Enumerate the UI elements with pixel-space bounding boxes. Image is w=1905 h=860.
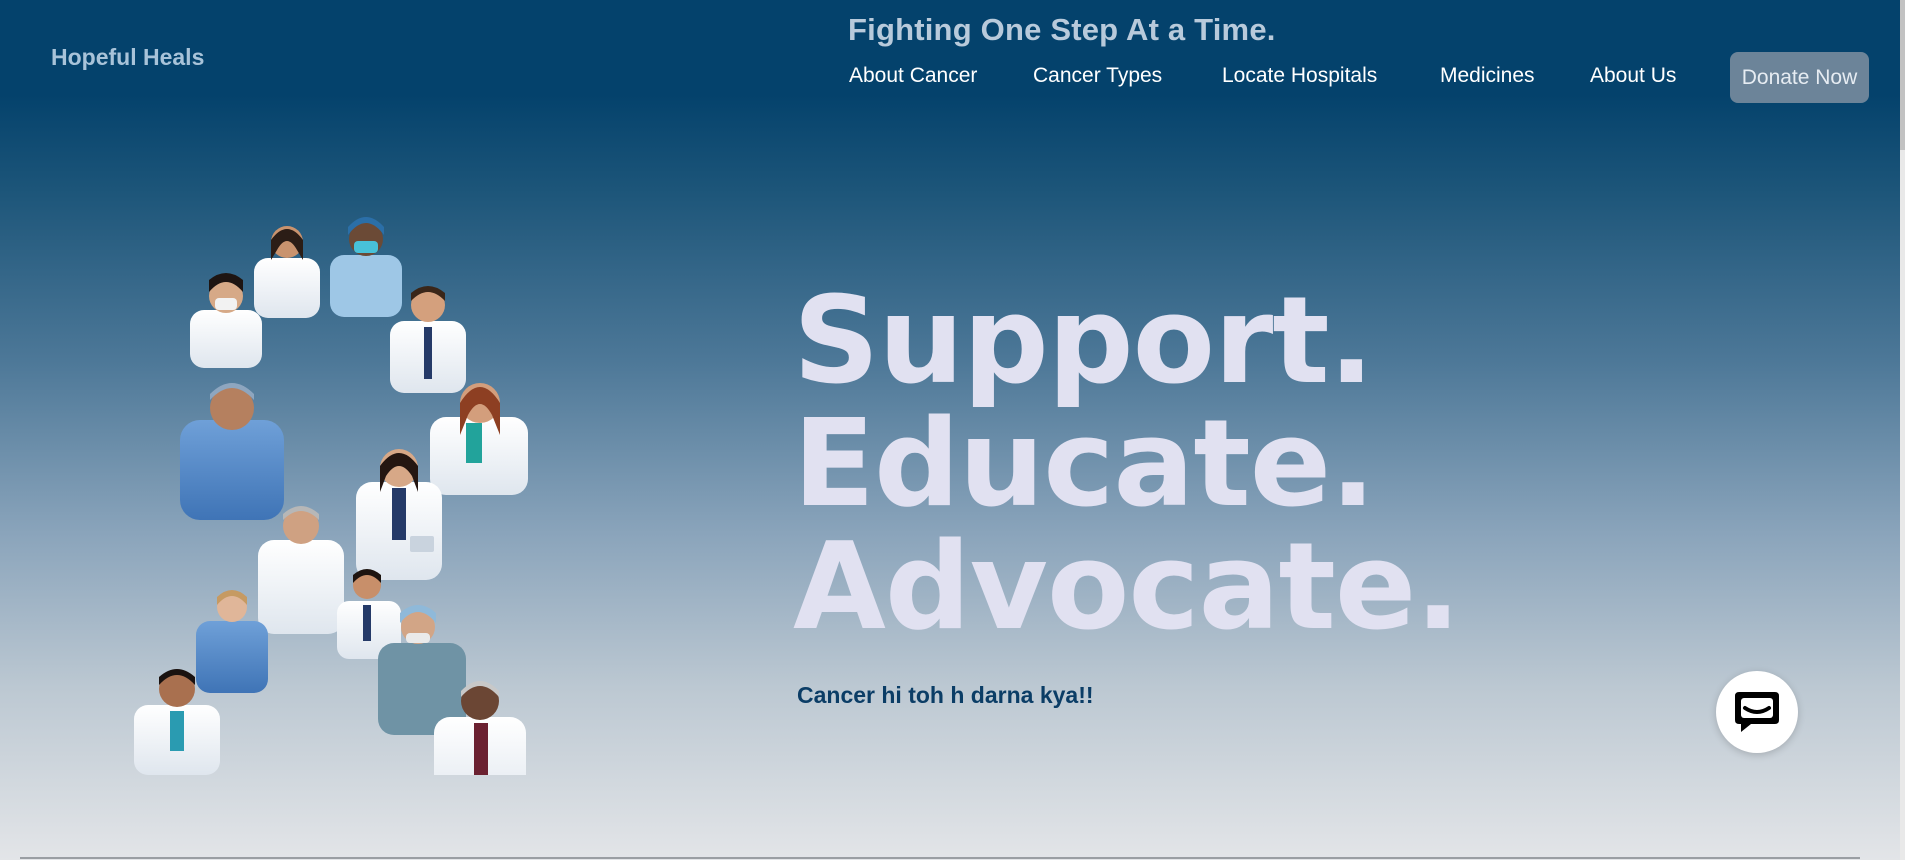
doctor-figure: [254, 226, 320, 318]
nav-about-cancer[interactable]: About Cancer: [849, 64, 977, 88]
doctors-collage-image: [134, 215, 534, 813]
hero-subtitle: Cancer hi toh h darna kya!!: [797, 682, 1094, 708]
doctor-figure: [190, 273, 262, 368]
chat-widget-button[interactable]: [1716, 671, 1798, 753]
brand-logo-text[interactable]: Hopeful Heals: [51, 44, 204, 71]
doctor-figure: [430, 383, 528, 495]
doctors-collage-svg: [134, 217, 528, 813]
hero-heading-educate: Educate.: [793, 395, 1376, 534]
doctor-figure: [330, 217, 402, 317]
section-divider: [20, 857, 1860, 859]
chat-icon: [1735, 692, 1779, 732]
doctor-figure: [196, 590, 268, 693]
hero-heading-support: Support.: [793, 272, 1374, 411]
hero-heading-advocate: Advocate.: [793, 518, 1461, 657]
nav-locate-hospitals[interactable]: Locate Hospitals: [1222, 64, 1377, 88]
doctor-figure: [258, 506, 344, 634]
nav-medicines[interactable]: Medicines: [1440, 64, 1535, 88]
scrollbar-thumb[interactable]: [1900, 0, 1905, 150]
doctor-figure: [356, 449, 442, 580]
page-scrollbar[interactable]: [1900, 0, 1905, 860]
doctor-figure: [180, 383, 284, 520]
nav-about-us[interactable]: About Us: [1590, 64, 1676, 88]
nav-cancer-types[interactable]: Cancer Types: [1033, 64, 1162, 88]
donate-now-button[interactable]: Donate Now: [1730, 52, 1869, 103]
header-tagline: Fighting One Step At a Time.: [848, 12, 1276, 47]
page-viewport: Hopeful Heals Fighting One Step At a Tim…: [0, 0, 1900, 860]
site-header: Hopeful Heals Fighting One Step At a Tim…: [0, 0, 1900, 110]
